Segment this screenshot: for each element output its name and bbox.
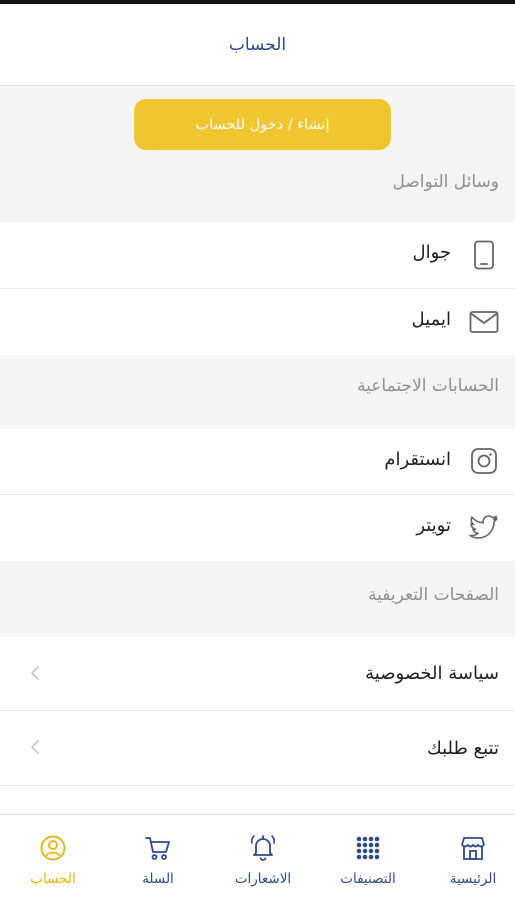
page-item-privacy-policy[interactable]: سياسة الخصوصية — [0, 637, 515, 710]
section-title-contact: وسائل التواصل — [392, 172, 500, 192]
chevron-left-icon — [30, 665, 40, 685]
contact-item-email[interactable]: ايميل — [0, 289, 515, 355]
page-label-privacy-policy: سياسة الخصوصية — [365, 663, 499, 684]
bell-icon — [248, 833, 278, 863]
nav-item-account[interactable]: الحساب — [0, 815, 108, 901]
mobile-phone-icon — [469, 240, 499, 270]
twitter-icon — [469, 513, 499, 543]
grid-dots-icon — [355, 833, 381, 863]
chevron-left-icon — [30, 739, 40, 759]
page-label-track-order: تتبع طلبك — [426, 738, 499, 759]
bottom-navigation: الرئيسية التصنيفات الاشعارات السلة الحسا… — [0, 814, 515, 901]
cart-icon — [144, 833, 172, 863]
user-circle-icon — [39, 833, 67, 863]
nav-label-home: الرئيسية — [449, 871, 497, 887]
social-label-twitter: تويتر — [416, 515, 451, 536]
social-item-instagram[interactable]: انستقرام — [0, 429, 515, 494]
contact-item-mobile[interactable]: جوال — [0, 222, 515, 288]
instagram-icon — [469, 446, 499, 476]
nav-label-account: الحساب — [30, 871, 76, 887]
nav-label-categories: التصنيفات — [340, 871, 396, 887]
list-bottom-spacer — [0, 786, 515, 814]
login-register-button[interactable]: إنشاء / دخول للحساب — [134, 99, 391, 150]
nav-item-home[interactable]: الرئيسية — [418, 815, 515, 901]
contact-label-email: ايميل — [411, 309, 451, 330]
social-item-twitter[interactable]: تويتر — [0, 495, 515, 561]
social-label-instagram: انستقرام — [384, 449, 451, 470]
store-icon — [459, 833, 487, 863]
nav-label-notifications: الاشعارات — [234, 871, 292, 887]
nav-item-categories[interactable]: التصنيفات — [313, 815, 423, 901]
nav-item-cart[interactable]: السلة — [103, 815, 213, 901]
nav-item-notifications[interactable]: الاشعارات — [208, 815, 318, 901]
page-item-track-order[interactable]: تتبع طلبك — [0, 711, 515, 785]
page-title: الحساب — [228, 34, 287, 55]
contact-label-mobile: جوال — [412, 242, 451, 263]
nav-label-cart: السلة — [142, 871, 174, 887]
envelope-icon — [469, 307, 499, 337]
app-header: الحساب — [0, 4, 515, 86]
section-title-social: الحسابات الاجتماعية — [357, 376, 499, 396]
section-title-pages: الصفحات التعريفية — [368, 585, 499, 605]
